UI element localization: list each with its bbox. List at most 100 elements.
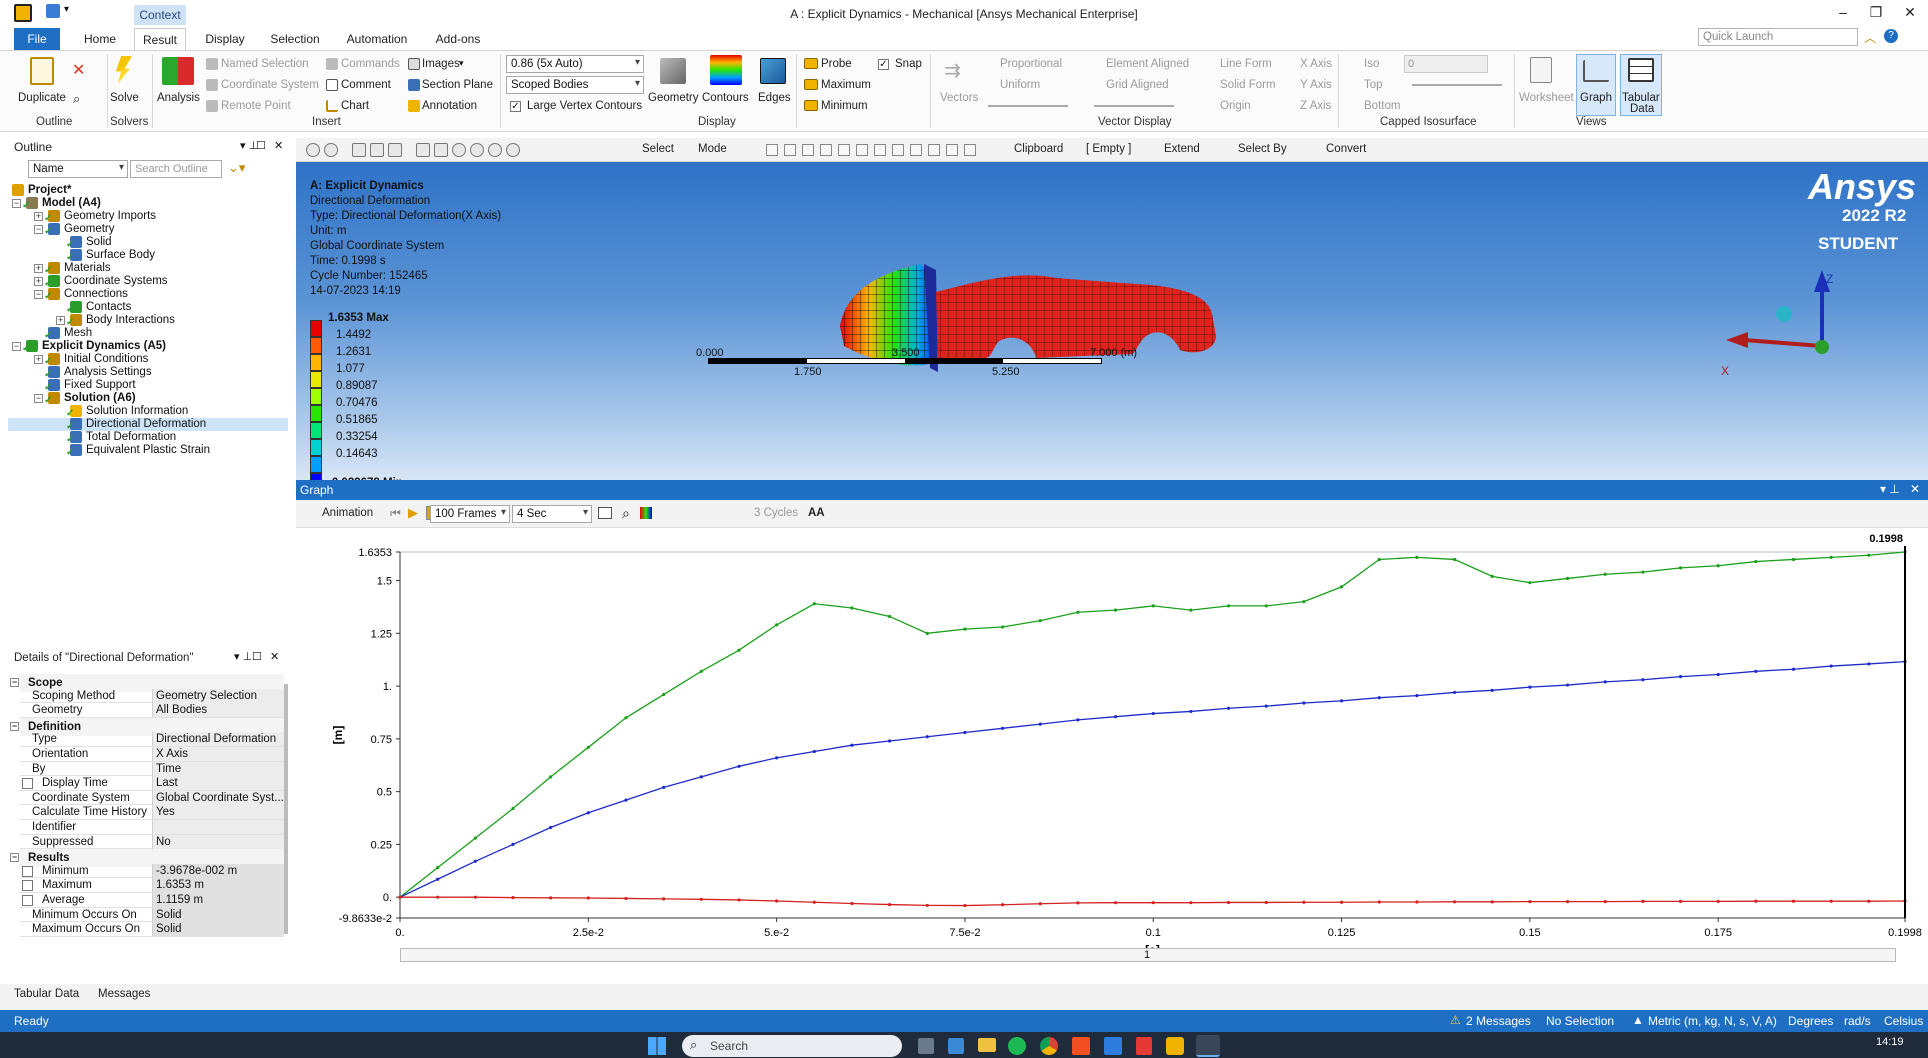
details-value[interactable]: No: [152, 834, 284, 849]
details-row[interactable]: By Time: [20, 761, 284, 777]
isosurface-value-input[interactable]: 0: [1404, 55, 1488, 73]
grid-aligned-button[interactable]: Grid Aligned: [1106, 79, 1169, 91]
data-point[interactable]: [1603, 572, 1607, 576]
folder-icon[interactable]: [978, 1038, 996, 1052]
z-axis-button[interactable]: Z Axis: [1300, 100, 1331, 112]
parameter-checkbox[interactable]: [22, 880, 33, 892]
search-icon[interactable]: ⌕: [73, 91, 87, 107]
details-row[interactable]: Geometry All Bodies: [20, 703, 284, 718]
quick-launch-input[interactable]: Quick Launch: [1698, 28, 1858, 46]
remote-point-button[interactable]: Remote Point: [221, 100, 291, 112]
parameter-checkbox[interactable]: [22, 865, 33, 877]
data-point[interactable]: [624, 716, 628, 720]
data-point[interactable]: [1452, 900, 1457, 904]
expand-toggle-icon[interactable]: −: [34, 290, 43, 299]
data-point[interactable]: [1867, 662, 1871, 666]
tree-item[interactable]: − ✓ Geometry: [8, 223, 288, 237]
data-point[interactable]: [511, 842, 515, 847]
aa-button[interactable]: AA: [808, 507, 825, 519]
tree-item[interactable]: − ✓ Explicit Dynamics (A5): [8, 340, 288, 354]
app-icon[interactable]: [1072, 1037, 1090, 1055]
close-pane-icon[interactable]: ✕: [270, 650, 279, 663]
selection-filter-icon[interactable]: [838, 144, 850, 156]
details-value[interactable]: X Axis: [152, 747, 284, 761]
details-row[interactable]: Display Time Last: [20, 776, 284, 791]
close-button[interactable]: ✕: [1898, 4, 1922, 24]
data-point[interactable]: [511, 806, 515, 811]
data-point[interactable]: [850, 901, 854, 906]
expand-toggle-icon[interactable]: +: [34, 355, 43, 364]
tree-item[interactable]: ✓ Solution Information: [8, 405, 288, 419]
data-point[interactable]: [1754, 669, 1758, 673]
data-point[interactable]: [624, 798, 628, 802]
data-point[interactable]: [511, 896, 515, 900]
expand-toggle-icon[interactable]: +: [34, 277, 43, 286]
tab-messages[interactable]: Messages: [98, 988, 150, 1000]
data-point[interactable]: [1151, 711, 1155, 716]
details-row[interactable]: Maximum Occurs On Solid: [20, 922, 284, 937]
restore-button[interactable]: ❐: [1864, 4, 1888, 24]
start-icon[interactable]: [648, 1037, 666, 1055]
data-point[interactable]: [1076, 610, 1080, 614]
tree-item[interactable]: + ✓ Initial Conditions: [8, 353, 288, 367]
data-point[interactable]: [1377, 900, 1381, 904]
data-point[interactable]: [1302, 900, 1306, 904]
data-point[interactable]: [1829, 664, 1833, 668]
data-point[interactable]: [1151, 604, 1155, 608]
triad[interactable]: [1716, 262, 1836, 372]
isosurface-slider[interactable]: [1412, 84, 1502, 86]
expand-toggle-icon[interactable]: +: [34, 264, 43, 273]
series-line[interactable]: [399, 551, 1906, 898]
data-point[interactable]: [1113, 715, 1118, 719]
expand-toggle-icon[interactable]: −: [12, 342, 21, 351]
ansys-workbench-icon[interactable]: [1166, 1037, 1184, 1055]
tab-selection[interactable]: Selection: [268, 28, 322, 50]
commands-button[interactable]: Commands: [341, 58, 400, 70]
tree-item[interactable]: − ✓ Solution (A6): [8, 392, 288, 406]
data-point[interactable]: [1302, 600, 1306, 604]
store-icon[interactable]: [948, 1038, 964, 1054]
data-point[interactable]: [1867, 553, 1871, 557]
tree-item[interactable]: ✓ Directional Deformation: [8, 418, 288, 432]
zoom-to-fit-icon[interactable]: ⌕: [622, 505, 630, 522]
display-edges-icon[interactable]: [388, 143, 402, 157]
element-aligned-button[interactable]: Element Aligned: [1106, 58, 1189, 70]
collapse-icon[interactable]: −: [10, 853, 19, 863]
data-point[interactable]: [850, 743, 854, 747]
data-point[interactable]: [586, 745, 590, 749]
data-point[interactable]: [888, 902, 892, 907]
annotation-button[interactable]: Annotation: [422, 100, 477, 112]
convert-button[interactable]: Convert: [1326, 143, 1366, 155]
tab-result[interactable]: Result: [134, 28, 186, 50]
data-point[interactable]: [925, 903, 929, 908]
data-point[interactable]: [1641, 899, 1645, 904]
data-point[interactable]: [1001, 625, 1005, 629]
details-scrollbar[interactable]: [284, 684, 288, 934]
data-point[interactable]: [473, 859, 477, 863]
data-point[interactable]: [1791, 899, 1796, 903]
selection-filter-icon[interactable]: [766, 144, 778, 156]
selection-filter-icon[interactable]: [928, 144, 940, 156]
spotify-icon[interactable]: [1008, 1037, 1026, 1055]
tab-add-ons[interactable]: Add-ons: [432, 28, 484, 50]
details-row[interactable]: Identifier: [20, 820, 284, 835]
contours-button[interactable]: Contours: [702, 92, 749, 104]
data-point[interactable]: [1867, 899, 1871, 903]
details-row[interactable]: Maximum 1.6353 m: [20, 878, 284, 893]
geometry-button[interactable]: Geometry: [648, 92, 699, 104]
worksheet-button[interactable]: Worksheet: [1519, 92, 1574, 104]
tab-home[interactable]: Home: [80, 28, 120, 50]
data-point[interactable]: [1452, 690, 1457, 695]
parameter-checkbox[interactable]: [22, 895, 33, 906]
zoom-out-icon[interactable]: [324, 143, 338, 157]
status-temperature[interactable]: Celsius: [1884, 1014, 1923, 1028]
data-point[interactable]: [1339, 900, 1344, 904]
data-point[interactable]: [1716, 899, 1720, 904]
data-point[interactable]: [473, 895, 477, 899]
details-row[interactable]: Minimum Occurs On Solid: [20, 907, 284, 923]
data-point[interactable]: [549, 896, 553, 900]
data-point[interactable]: [1490, 574, 1494, 578]
y-axis-button[interactable]: Y Axis: [1300, 79, 1332, 91]
tab-tabular-data[interactable]: Tabular Data: [14, 988, 79, 1000]
data-point[interactable]: [1264, 604, 1268, 608]
